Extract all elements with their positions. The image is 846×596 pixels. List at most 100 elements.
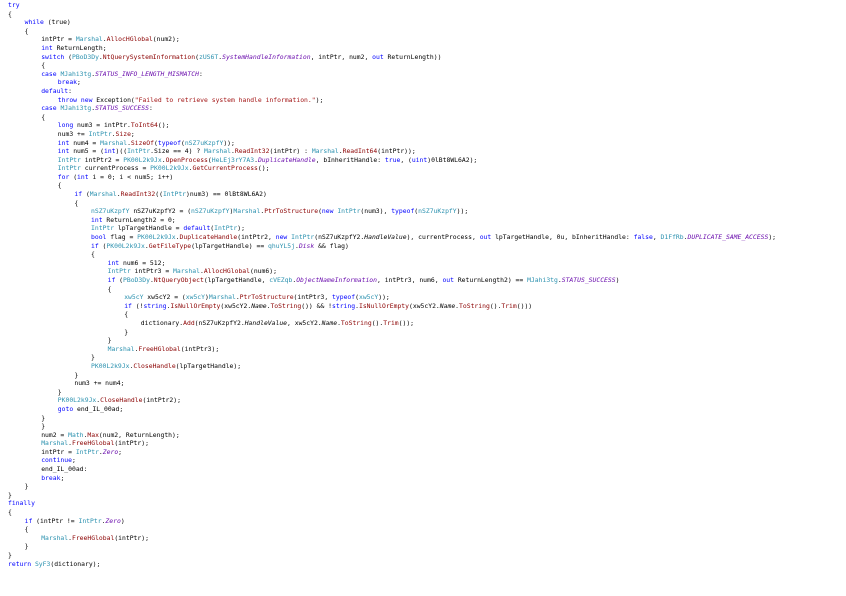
plain-token: (nSZ7uKzpfY2.	[194, 318, 245, 327]
plain-token: {	[24, 26, 29, 35]
type-token: nSZ7uKzpfY	[191, 207, 230, 216]
keyword-token: string	[143, 301, 167, 310]
plain-token: (!	[131, 301, 144, 310]
code-line: IntPtr intPtr3 = Marshal.AllocHGlobal(nu…	[0, 267, 846, 276]
plain-token: {	[41, 61, 46, 70]
keyword-token: new	[321, 207, 334, 216]
plain-token: lpTargetHandle =	[114, 224, 184, 233]
plain-token: num3 +=	[57, 129, 89, 138]
type-token: Marshal	[107, 344, 135, 353]
code-line: while (true)	[0, 18, 846, 27]
field-token: Name	[439, 301, 456, 310]
code-line: {	[0, 525, 846, 534]
type-token: Marshal	[41, 439, 69, 448]
plain-token: (num2);	[152, 35, 180, 44]
type-token: IntPtr	[57, 164, 81, 173]
string-token: "Failed to retrieve system handle inform…	[134, 95, 316, 104]
method-token: CloseHandle	[100, 396, 143, 405]
plain-token: (intPtr);	[114, 533, 149, 542]
plain-token: (intPtr !=	[32, 516, 79, 525]
type-token: Marshal	[173, 267, 200, 276]
type-token: IntPtr	[91, 224, 115, 233]
plain-token: {	[74, 198, 79, 207]
keyword-token: false	[633, 233, 653, 242]
code-line: {	[0, 10, 846, 19]
plain-token: ), currentProcess,	[406, 233, 480, 242]
enum-member-token: STATUS_SUCCESS	[561, 276, 616, 284]
plain-token: ));	[456, 207, 469, 216]
type-token: IntPtr	[162, 190, 187, 199]
plain-token: ();	[157, 121, 170, 130]
field-token: HandleValue	[244, 318, 288, 327]
plain-token: (xw5cY2.	[220, 301, 252, 310]
type-token: IntPtr	[88, 129, 112, 138]
plain-token: ;	[130, 129, 135, 138]
keyword-token: new	[275, 233, 288, 242]
plain-token: ;	[118, 447, 123, 456]
keyword-token: int	[77, 172, 89, 181]
code-line: Marshal.FreeHGlobal(intPtr);	[0, 439, 846, 448]
keyword-token: case	[41, 104, 57, 113]
type-token: D1FfRb	[660, 233, 684, 242]
plain-token: {	[107, 284, 112, 293]
plain-token: }	[74, 370, 79, 379]
keyword-token: int	[41, 43, 53, 52]
type-token: MJahi3tg	[60, 104, 92, 113]
enum-member-token: Disk	[298, 241, 315, 250]
plain-token: (intPtr);	[114, 439, 149, 448]
plain-token: ((	[155, 190, 163, 199]
code-line: finally	[0, 499, 846, 508]
method-token: Max	[87, 430, 99, 439]
plain-token: Exception(	[92, 95, 135, 104]
type-token: MJahi3tg	[527, 276, 558, 284]
method-token: GetCurrentProcess	[192, 164, 258, 173]
plain-token: (intPtr3,	[293, 293, 333, 302]
keyword-token: if	[91, 241, 99, 250]
method-token: GetFileType	[148, 241, 192, 250]
method-token: IsNullOrEmpty	[358, 301, 409, 310]
keyword-token: int	[91, 215, 103, 224]
plain-token: (nSZ7uKzpfY2.	[314, 233, 365, 242]
code-line: {	[0, 181, 846, 190]
code-line: bool flag = PK00L2k9Jx.DuplicateHandle(i…	[0, 233, 846, 242]
code-line: {	[0, 61, 846, 70]
plain-token: ().	[371, 318, 384, 327]
plain-token: (intPtr));	[377, 147, 416, 156]
code-line: break;	[0, 78, 846, 87]
plain-token: ;	[71, 456, 76, 465]
plain-token: num6 = 512;	[119, 258, 166, 267]
code-line: {	[0, 250, 846, 259]
keyword-token: break	[41, 473, 61, 482]
plain-token: (intPtr2,	[237, 233, 276, 242]
method-token: Size	[115, 129, 131, 138]
keyword-token: typeof	[157, 138, 181, 147]
plain-token: (num3),	[360, 207, 392, 216]
keyword-token: int	[57, 138, 70, 147]
code-line: long num3 = intPtr.ToInt64();	[0, 121, 846, 130]
keyword-token: if	[124, 301, 132, 310]
code-line: IntPtr lpTargetHandle = default(IntPtr);	[0, 224, 846, 233]
type-token: PBoD3Dy	[71, 52, 99, 61]
code-line: if (!string.IsNullOrEmpty(xw5cY2.Name.To…	[0, 302, 846, 311]
method-token: SizeOf	[130, 138, 155, 147]
plain-token: (dictionary);	[50, 559, 101, 568]
code-line: }	[0, 353, 846, 362]
code-line: }	[0, 551, 846, 560]
type-token: IntPtr	[107, 267, 131, 276]
plain-token: {	[8, 9, 12, 18]
code-line: }	[0, 336, 846, 345]
keyword-token: case	[41, 69, 57, 78]
plain-token: (num2, ReturnLength);	[98, 430, 180, 439]
method-token: CloseHandle	[133, 361, 176, 370]
plain-token: );	[315, 95, 324, 104]
plain-token: }	[8, 490, 12, 499]
plain-token: lpTargetHandle, 0u, bInheritHandle:	[491, 233, 634, 242]
enum-member-token: DuplicateHandle	[257, 155, 316, 164]
type-token: IntPtr	[214, 224, 238, 233]
plain-token: ,	[652, 233, 661, 242]
type-token: nSZ7uKzpfY	[418, 207, 457, 216]
code-line: num3 += IntPtr.Size;	[0, 130, 846, 139]
type-token: IntPtr	[78, 516, 102, 525]
code-line: }	[0, 328, 846, 337]
code-line: int ReturnLength;	[0, 44, 846, 53]
